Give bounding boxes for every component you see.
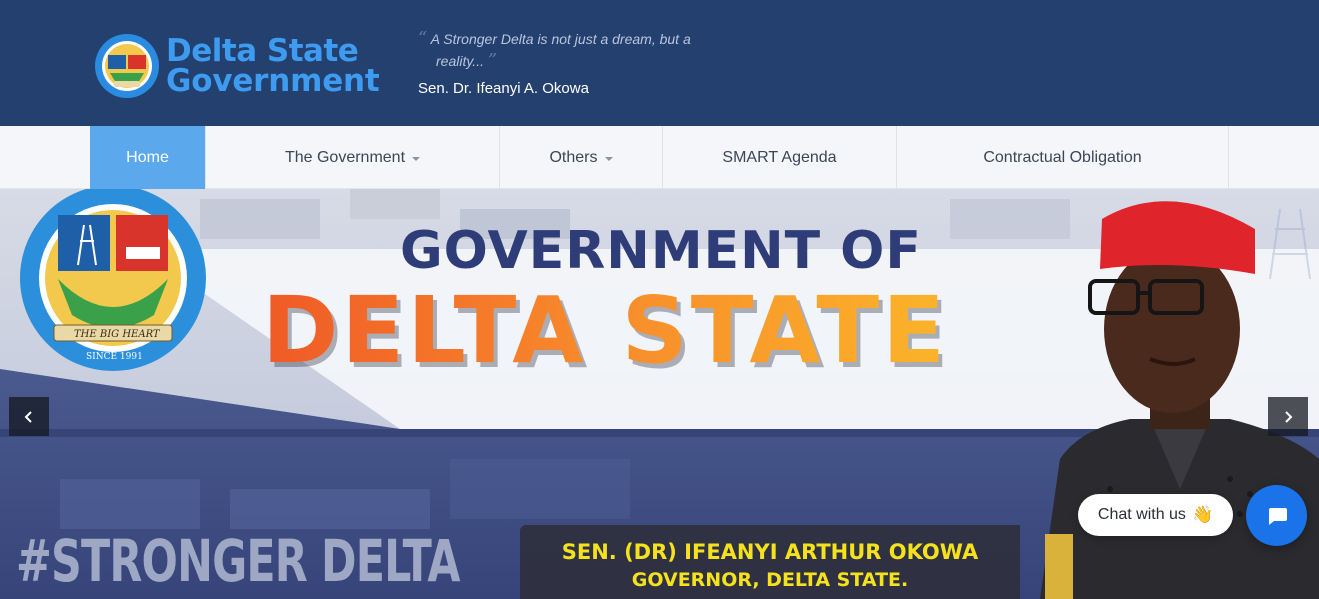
- quote-open-icon: “: [418, 28, 428, 49]
- state-seal-icon: [95, 34, 159, 98]
- nav-item-home[interactable]: Home: [90, 126, 205, 189]
- chevron-right-icon: [1285, 410, 1293, 423]
- state-seal-large-icon: [20, 189, 206, 371]
- hero-title-line-2: DELTA STATE: [262, 277, 948, 384]
- logo-line-1: Delta State: [166, 33, 359, 69]
- chevron-left-icon: [24, 410, 32, 423]
- site-header: Delta State Government “ A Stronger Delt…: [0, 0, 1319, 126]
- governor-title: GOVERNOR, DELTA STATE.: [631, 569, 909, 591]
- hero-slider: THE BIG HEART SINCE 1991 GOVERNMENT OF D…: [0, 189, 1319, 599]
- nav-item-smart-agenda[interactable]: SMART Agenda: [663, 126, 897, 189]
- header-quote: “ A Stronger Delta is not just a dream, …: [418, 28, 718, 97]
- governor-name: SEN. (DR) IFEANYI ARTHUR OKOWA: [561, 540, 979, 564]
- nav-item-contractual-obligation[interactable]: Contractual Obligation: [897, 126, 1229, 189]
- hero-title-line-1: GOVERNMENT OF: [400, 221, 922, 281]
- caret-down-icon: [604, 156, 613, 161]
- chat-launcher-button[interactable]: [1246, 485, 1307, 546]
- site-logo[interactable]: Delta State Government: [94, 33, 380, 99]
- quote-line-1: A Stronger Delta is not just a dream, bu…: [430, 31, 691, 47]
- nav-item-others[interactable]: Others: [500, 126, 663, 189]
- seal-since-text: SINCE 1991: [86, 352, 143, 362]
- slider-next-button[interactable]: [1268, 397, 1308, 436]
- caret-down-icon: [412, 156, 421, 161]
- quote-author: Sen. Dr. Ifeanyi A. Okowa: [418, 80, 589, 97]
- nav-item-label: SMART Agenda: [722, 148, 837, 166]
- logo-line-2: Government: [166, 63, 380, 99]
- nav-item-label: Others: [549, 148, 598, 166]
- chat-prompt-bubble[interactable]: Chat with us 👋: [1078, 494, 1233, 536]
- quote-line-2: reality...: [436, 53, 484, 69]
- nav-item-the-government[interactable]: The Government: [205, 126, 500, 189]
- quote-close-icon: ”: [487, 50, 498, 71]
- chat-prompt-label: Chat with us: [1097, 506, 1186, 523]
- chat-icon: [1268, 507, 1287, 525]
- slider-prev-button[interactable]: [9, 397, 49, 436]
- seal-banner-text: THE BIG HEART: [74, 329, 160, 340]
- nav-item-label: Contractual Obligation: [983, 148, 1142, 166]
- hero-hashtag: #STRONGER DELTA: [16, 527, 460, 595]
- main-nav: Home The Government Others SMART Agenda …: [0, 126, 1319, 189]
- nav-item-label: Home: [126, 148, 169, 166]
- nav-item-label: The Government: [284, 148, 406, 166]
- waving-hand-icon: 👋: [1191, 505, 1214, 524]
